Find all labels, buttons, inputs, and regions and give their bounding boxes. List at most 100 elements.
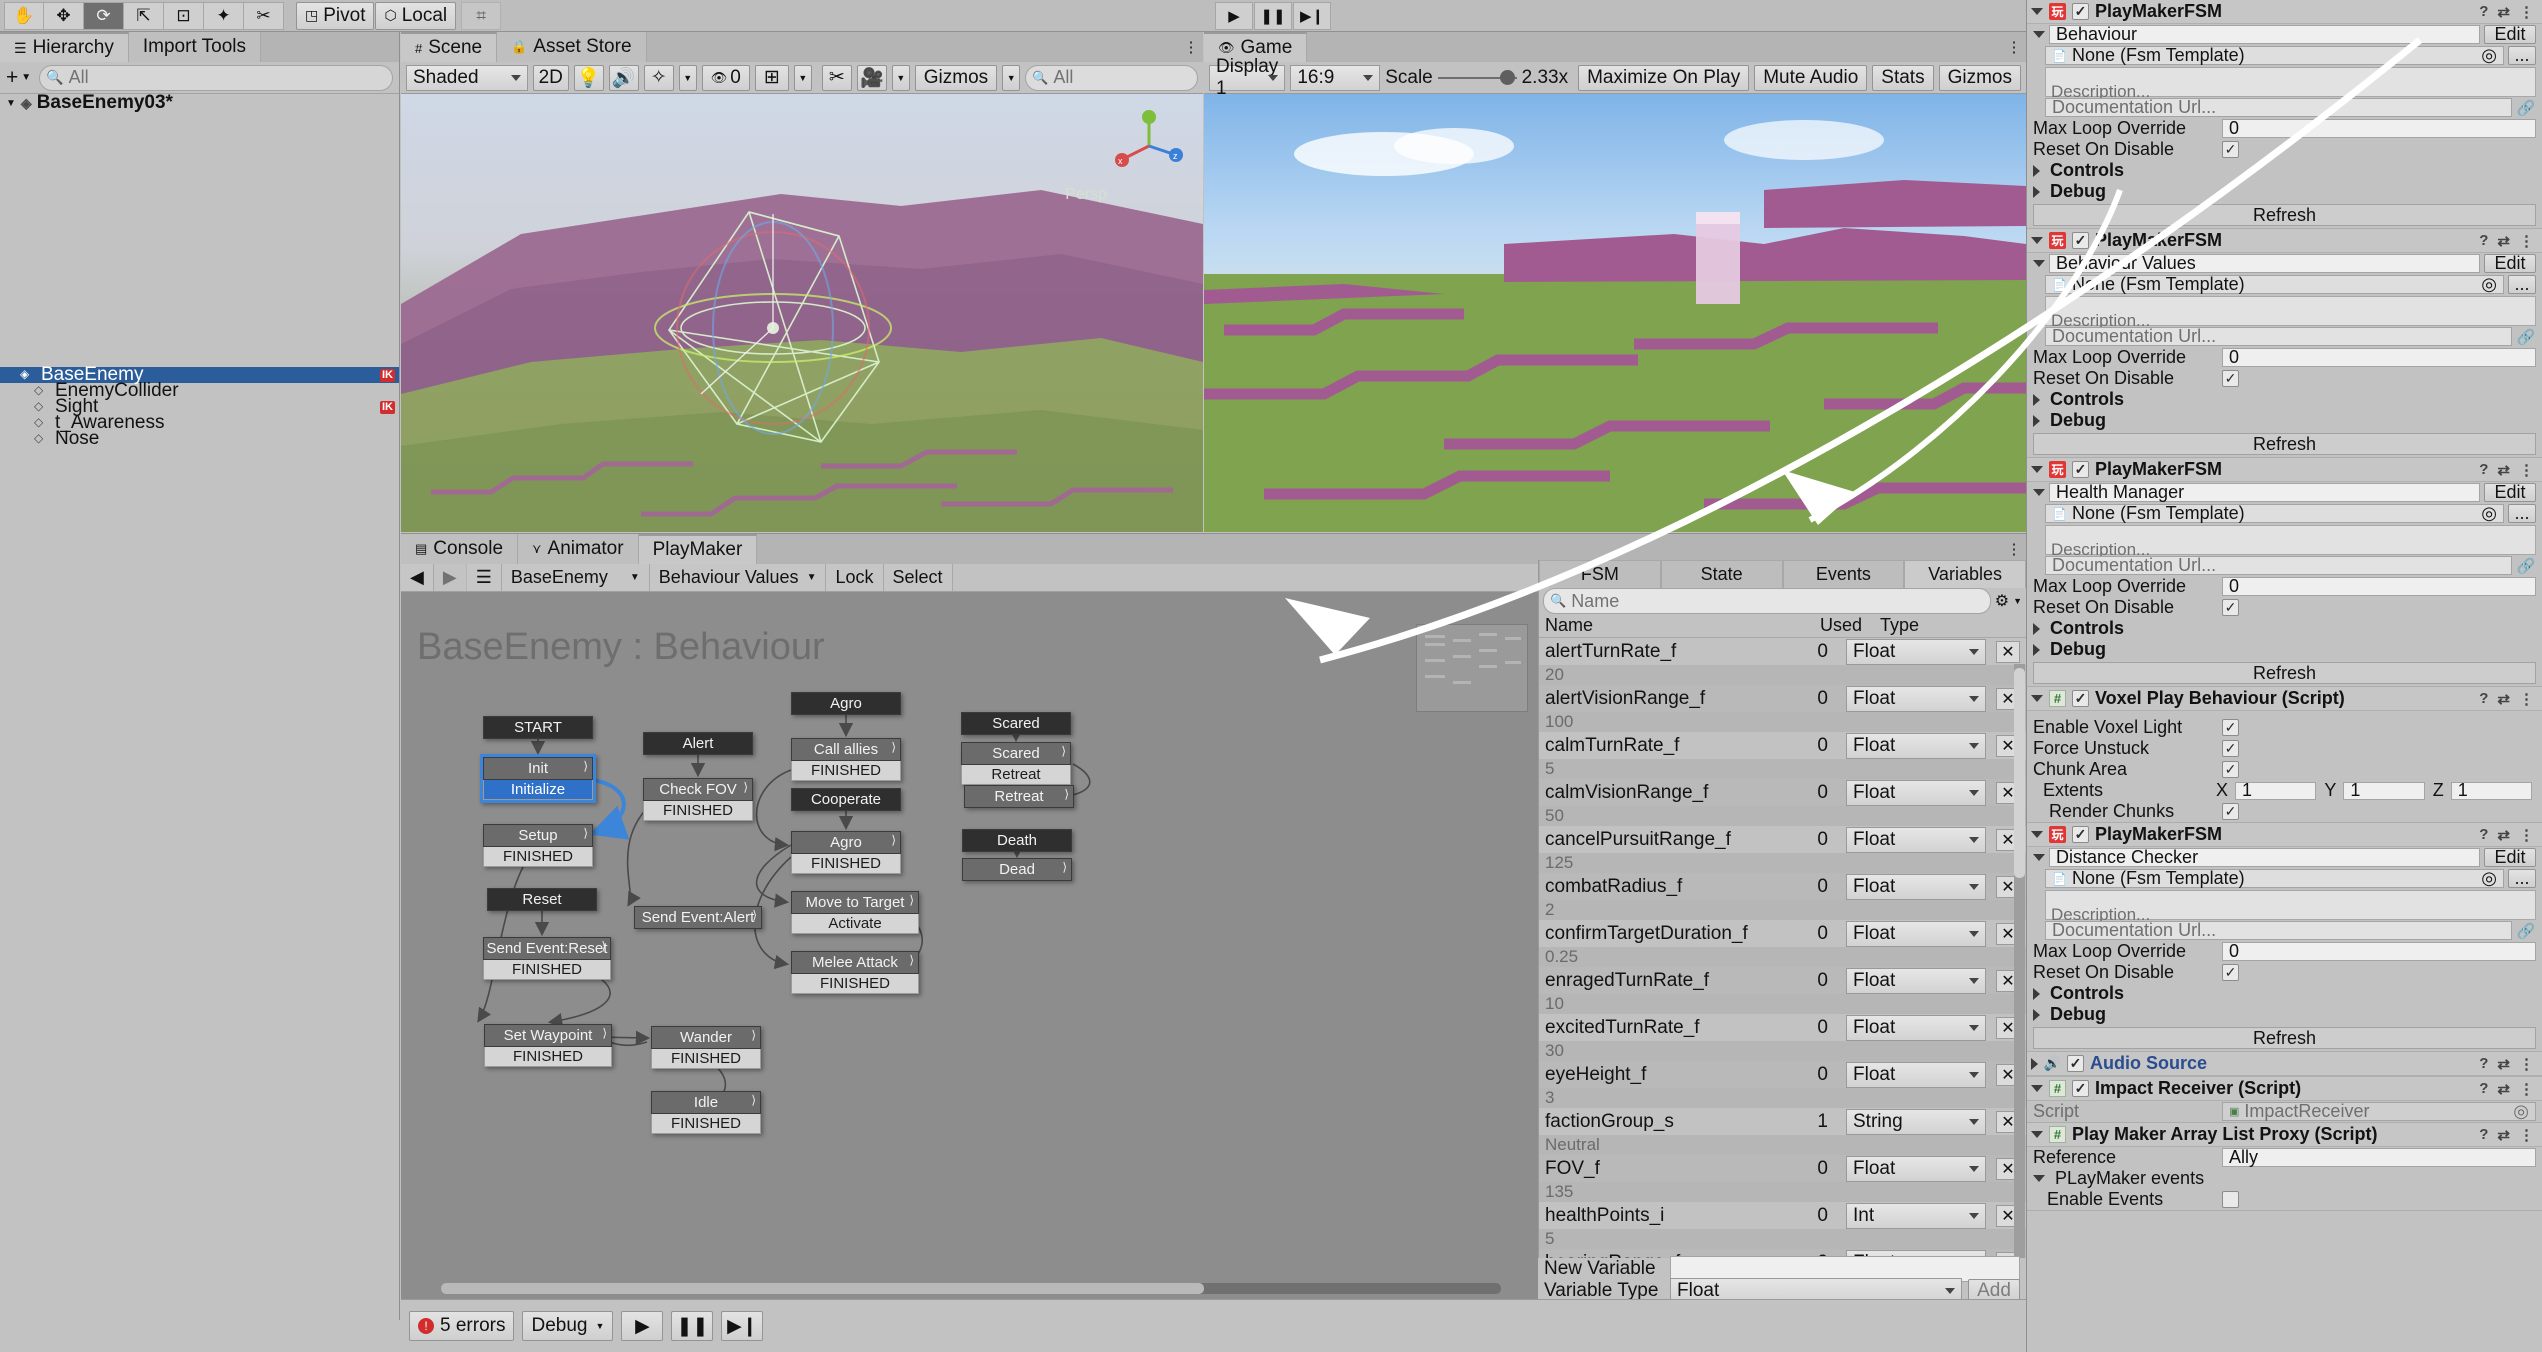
fsm-state-init-state[interactable]: Init⟩Initialize xyxy=(483,757,593,800)
foldout-arrow-icon[interactable] xyxy=(2031,1131,2043,1138)
fsm-state-move-to-target-state[interactable]: Move to Target⟩Activate xyxy=(791,891,919,934)
object-picker-icon[interactable]: ◎ xyxy=(2481,503,2497,524)
fsm-pane-tab-variables[interactable]: Variables xyxy=(1904,560,2026,588)
variable-value[interactable]: Neutral xyxy=(1539,1135,2026,1155)
game-viewport[interactable] xyxy=(1204,94,2026,532)
fsm-state-death-global[interactable]: Death xyxy=(962,829,1072,852)
foldout-arrow-icon[interactable] xyxy=(2031,1058,2038,1070)
panel-menu-icon[interactable]: ⋮ xyxy=(2002,32,2026,62)
open-doc-icon[interactable]: 🔗 xyxy=(2516,922,2536,940)
fsm-state-transition[interactable]: FINISHED xyxy=(791,974,919,994)
scene-search-input[interactable]: 🔍 All xyxy=(1025,65,1198,91)
fsm-state-transition[interactable]: Initialize xyxy=(483,780,593,800)
audio-toggle[interactable]: 🔊 xyxy=(609,65,639,91)
component-menu-icon[interactable]: ⋮ xyxy=(2519,1055,2534,1073)
fsm-state-alert-global[interactable]: Alert xyxy=(643,732,753,755)
hierarchy-item-nose[interactable]: ◇Nose xyxy=(0,431,399,447)
nav-forward-button[interactable]: ▶ xyxy=(434,564,467,591)
component-menu-icon[interactable]: ⋮ xyxy=(2519,3,2534,21)
preset-icon[interactable]: ⇄ xyxy=(2497,690,2510,708)
scene-tab-asset-store[interactable]: 🔒Asset Store xyxy=(497,32,646,62)
reset-on-disable-checkbox[interactable]: ✓ xyxy=(2222,141,2239,158)
fsm-state-transition[interactable]: Retreat xyxy=(961,765,1071,785)
component-enabled-checkbox[interactable]: ✓ xyxy=(2072,3,2089,20)
fsm-edit-button[interactable]: Edit xyxy=(2484,254,2536,273)
fsm-state-transition[interactable]: FINISHED xyxy=(643,801,753,821)
shading-mode-dropdown[interactable]: Shaded xyxy=(406,65,528,91)
foldout-arrow-icon[interactable] xyxy=(2031,695,2043,702)
chevron-down-icon[interactable]: ▼ xyxy=(2013,596,2022,606)
fsm-state-check-fov-state[interactable]: Check FOV⟩FINISHED xyxy=(643,778,753,821)
open-doc-icon[interactable]: 🔗 xyxy=(2516,557,2536,575)
step-button[interactable]: ▶❙ xyxy=(1293,2,1331,30)
variable-type-dropdown[interactable]: Float xyxy=(1846,639,1986,665)
gizmos-dropdown[interactable]: ▼ xyxy=(1002,65,1020,91)
max-loop-input[interactable]: 0 xyxy=(2222,942,2536,961)
fsm-description-input[interactable]: Description... xyxy=(2045,67,2536,97)
fsm-state-dead-state[interactable]: Dead⟩ xyxy=(962,858,1072,881)
foldout-arrow-icon[interactable] xyxy=(2033,186,2040,198)
variable-type-dropdown[interactable]: Float xyxy=(1846,780,1986,806)
fsm-name-input[interactable]: Behaviour xyxy=(2049,25,2480,44)
game-gizmos-button[interactable]: Gizmos xyxy=(1939,65,2021,91)
extents-y-input[interactable]: 1 xyxy=(2343,782,2424,800)
mute-audio-button[interactable]: Mute Audio xyxy=(1754,65,1867,91)
fsm-state-wander-state[interactable]: Wander⟩FINISHED xyxy=(651,1026,761,1069)
variable-type-dropdown[interactable]: Float xyxy=(1846,1062,1986,1088)
playmaker-tab-playmaker[interactable]: PlayMaker xyxy=(639,534,758,564)
fsm-template-menu-button[interactable]: ... xyxy=(2508,504,2536,523)
preset-icon[interactable]: ⇄ xyxy=(2497,826,2510,844)
component-enabled-checkbox[interactable]: ✓ xyxy=(2072,826,2089,843)
variable-type-dropdown[interactable]: Float xyxy=(1846,874,1986,900)
foldout-arrow-icon[interactable] xyxy=(2033,854,2045,861)
fsm-state-reset-global[interactable]: Reset xyxy=(487,888,597,911)
fsm-play-button[interactable]: ▶ xyxy=(621,1311,663,1341)
select-button[interactable]: Select xyxy=(884,564,953,591)
fsm-state-start-global[interactable]: START xyxy=(483,716,593,739)
variables-vscrollbar[interactable] xyxy=(2014,664,2025,1288)
aspect-dropdown[interactable]: 16:9 xyxy=(1290,65,1380,91)
variable-value[interactable]: 100 xyxy=(1539,712,2026,732)
preset-icon[interactable]: ⇄ xyxy=(2497,1055,2510,1073)
component-menu-icon[interactable]: ⋮ xyxy=(2519,1126,2534,1144)
fsm-template-menu-button[interactable]: ... xyxy=(2508,869,2536,888)
display-dropdown[interactable]: Display 1 xyxy=(1209,65,1285,91)
fsm-state-retreat-state[interactable]: Retreat⟩ xyxy=(964,785,1074,808)
preset-icon[interactable]: ⇄ xyxy=(2497,461,2510,479)
pivot-toggle[interactable]: ◳ Pivot xyxy=(296,2,374,30)
component-enabled-checkbox[interactable]: ✓ xyxy=(2072,461,2089,478)
fsm-state-transition[interactable]: FINISHED xyxy=(651,1049,761,1069)
help-icon[interactable]: ? xyxy=(2479,1055,2488,1072)
fsm-state-scared-state[interactable]: Scared⟩Retreat xyxy=(961,742,1071,785)
fsm-template-field[interactable]: 📄None (Fsm Template)◎ xyxy=(2045,504,2504,523)
fsm-doc-url-input[interactable]: Documentation Url... xyxy=(2045,98,2512,117)
fsm-minimap[interactable] xyxy=(1416,624,1528,712)
variables-search-input[interactable]: 🔍 Name xyxy=(1543,588,1991,614)
fx-toggle[interactable]: ✧ xyxy=(644,65,674,91)
scene-tab-scene[interactable]: #Scene xyxy=(401,32,497,62)
scene-viewport[interactable]: x z Persp xyxy=(401,94,1203,532)
hierarchy-search-input[interactable]: 🔍 All xyxy=(39,65,393,91)
foldout-arrow-icon[interactable] xyxy=(2033,165,2040,177)
fsm-doc-url-input[interactable]: Documentation Url... xyxy=(2045,921,2512,940)
fsm-step-button[interactable]: ▶❙ xyxy=(721,1311,763,1341)
local-toggle[interactable]: ⬡ Local xyxy=(375,2,456,30)
component-header-voxel-play-behaviour[interactable]: #✓Voxel Play Behaviour (Script)?⇄⋮ xyxy=(2027,687,2542,711)
variables-list[interactable]: alertTurnRate_f0Float✕20alertVisionRange… xyxy=(1539,638,2026,1266)
component-enabled-checkbox[interactable]: ✓ xyxy=(2067,1055,2084,1072)
variable-row[interactable]: alertTurnRate_f0Float✕ xyxy=(1539,638,2026,665)
playmaker-tab-animator[interactable]: ⋎Animator xyxy=(518,534,639,564)
help-icon[interactable]: ? xyxy=(2479,232,2488,249)
fsm-refresh-button[interactable]: Refresh xyxy=(2033,662,2536,684)
fsm-doc-url-input[interactable]: Documentation Url... xyxy=(2045,327,2512,346)
canvas-hscrollbar[interactable] xyxy=(441,1283,1501,1294)
reset-on-disable-checkbox[interactable]: ✓ xyxy=(2222,964,2239,981)
play-button[interactable]: ▶ xyxy=(1215,2,1253,30)
variable-value[interactable]: 30 xyxy=(1539,1041,2026,1061)
delete-variable-button[interactable]: ✕ xyxy=(1996,641,2020,663)
extents-z-input[interactable]: 1 xyxy=(2451,782,2532,800)
variable-value[interactable]: 5 xyxy=(1539,759,2026,779)
component-menu-icon[interactable]: ⋮ xyxy=(2519,690,2534,708)
component-header-distance-checker[interactable]: 玩✓PlayMakerFSM?⇄⋮ xyxy=(2027,823,2542,847)
fsm-template-menu-button[interactable]: ... xyxy=(2508,275,2536,294)
